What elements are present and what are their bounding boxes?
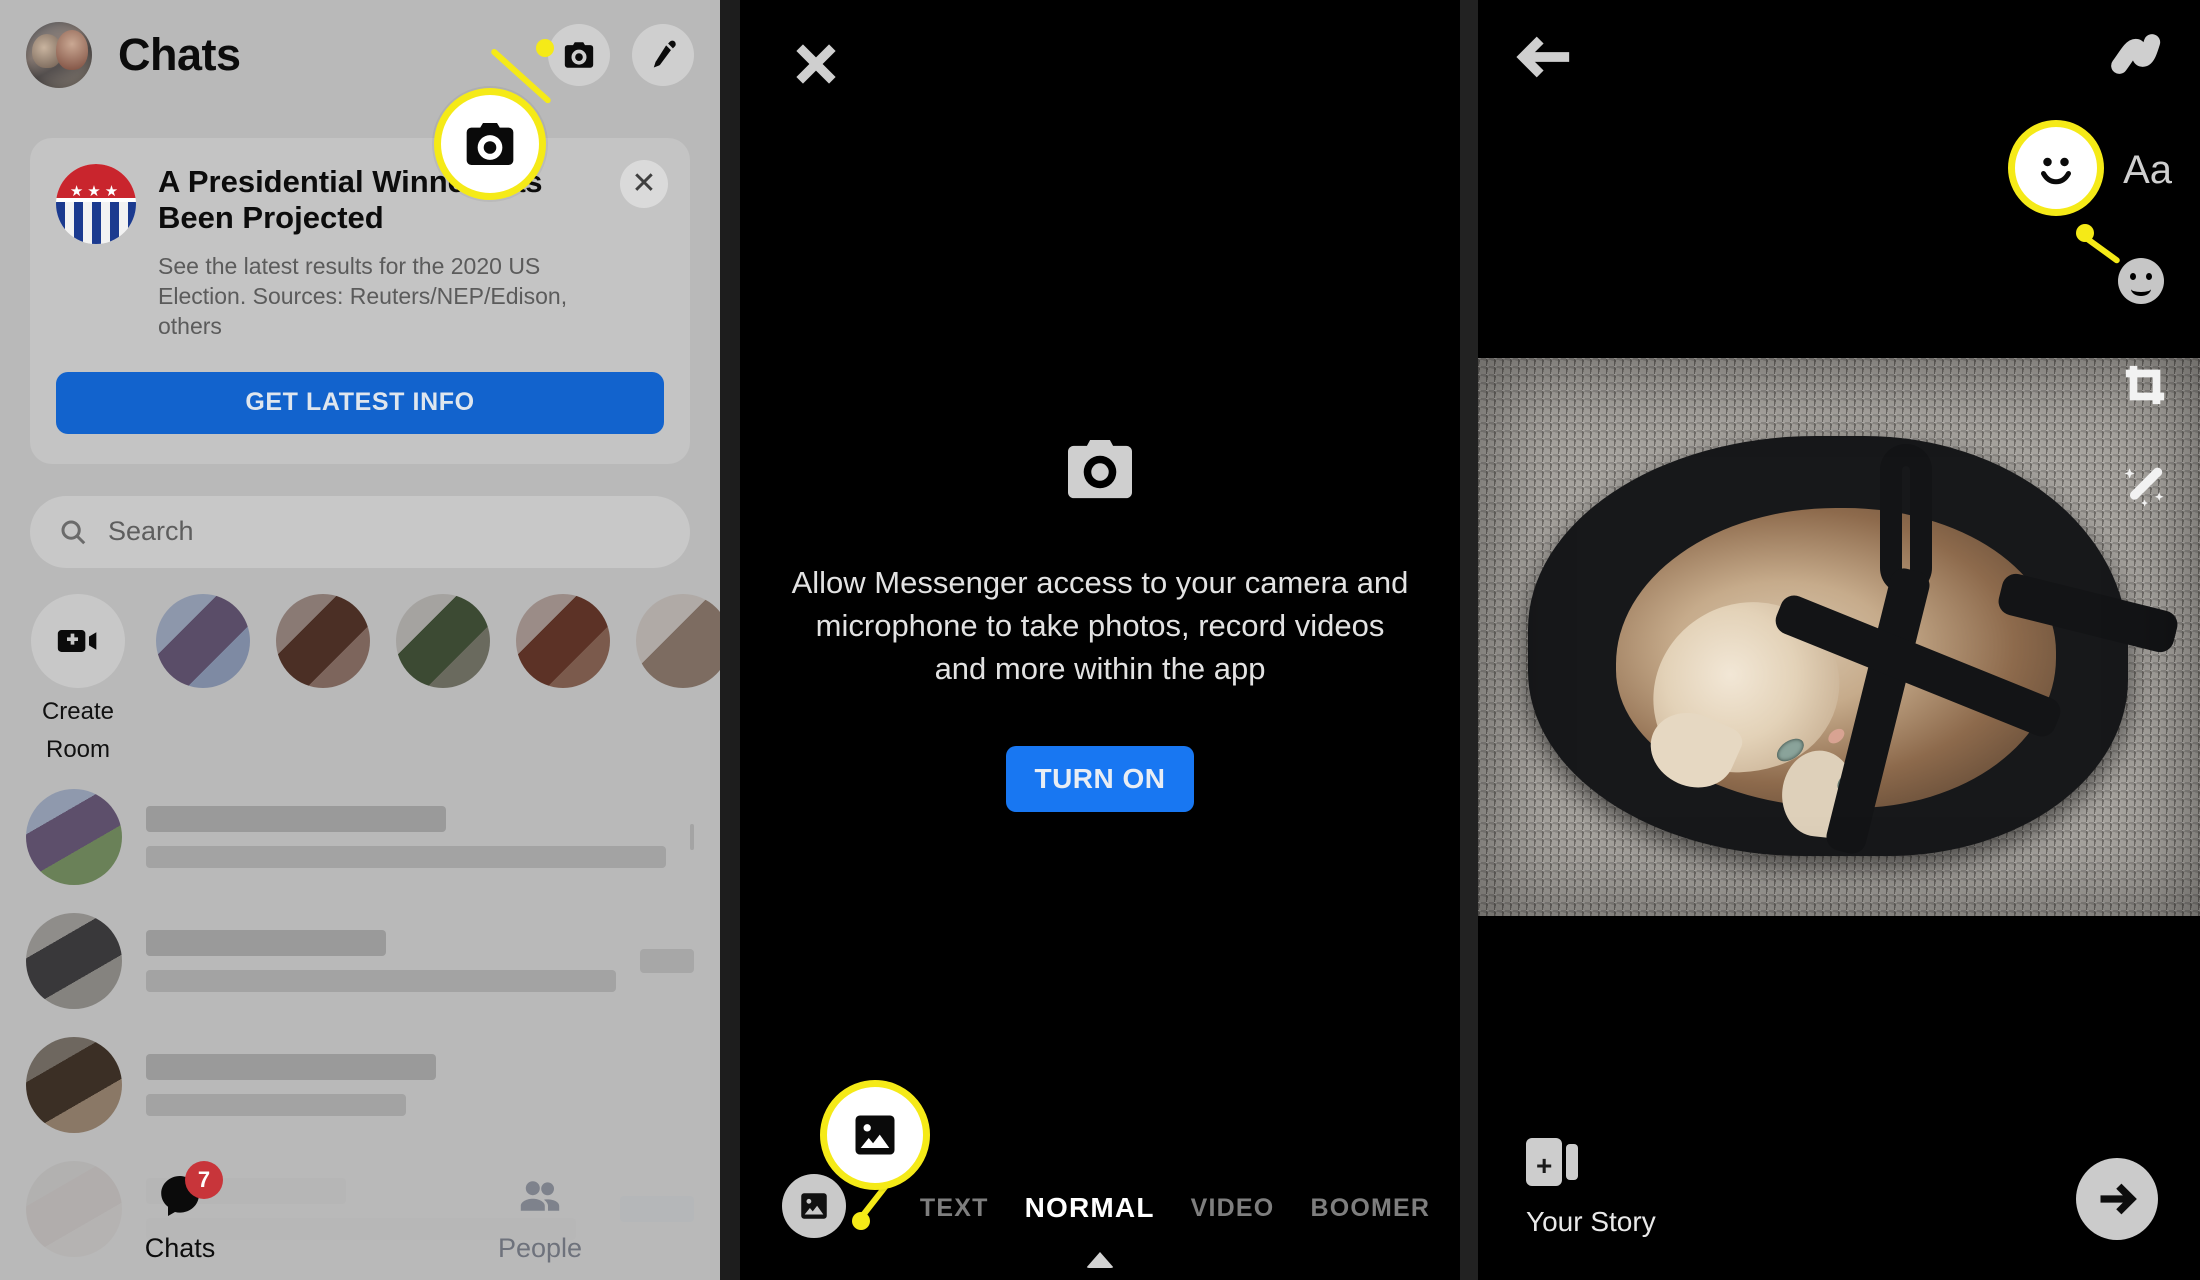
crop-icon bbox=[2125, 365, 2165, 405]
create-room-button[interactable]: Create Room bbox=[26, 593, 130, 766]
photo-vignette bbox=[1478, 358, 2200, 916]
callout-gallery-button bbox=[740, 1020, 1460, 1280]
people-icon bbox=[513, 1169, 567, 1223]
tab-chats[interactable]: 7 Chats bbox=[0, 1152, 360, 1280]
list-item[interactable] bbox=[0, 899, 720, 1023]
create-room-line1: Create bbox=[41, 697, 115, 725]
sticker-button[interactable] bbox=[2118, 258, 2164, 304]
close-icon bbox=[796, 44, 836, 84]
cat-in-tote-bag-photo bbox=[1478, 358, 2200, 916]
mode-normal[interactable]: NORMAL bbox=[1025, 1192, 1155, 1224]
text-tool-button[interactable]: Aa bbox=[2123, 148, 2172, 193]
your-story-label: Your Story bbox=[1526, 1206, 1656, 1237]
news-subtitle: See the latest results for the 2020 US E… bbox=[158, 252, 568, 340]
magic-wand-button[interactable] bbox=[2120, 462, 2170, 517]
add-to-story-icon: + bbox=[1526, 1134, 1578, 1190]
panel-divider bbox=[1460, 0, 1478, 1280]
mode-video[interactable]: VIDEO bbox=[1191, 1194, 1275, 1223]
arrow-left-icon bbox=[1516, 36, 1570, 78]
get-latest-info-button[interactable]: GET LATEST INFO bbox=[56, 371, 664, 434]
search-placeholder: Search bbox=[108, 516, 194, 547]
list-item[interactable] bbox=[0, 775, 720, 899]
tab-chats-label: Chats bbox=[144, 1232, 216, 1263]
close-button[interactable] bbox=[788, 36, 844, 92]
search-input[interactable]: Search bbox=[30, 495, 690, 568]
page-title: Chats bbox=[118, 29, 241, 80]
room-avatar[interactable] bbox=[636, 593, 720, 688]
chats-panel: Chats ✕ ★★★ A Presidential Winner Has Be… bbox=[0, 0, 720, 1280]
arrow-right-icon bbox=[2100, 1183, 2137, 1215]
camera-button[interactable] bbox=[548, 24, 610, 86]
camera-icon bbox=[1068, 440, 1132, 499]
room-avatar[interactable] bbox=[396, 593, 490, 688]
screenshot-stage: Chats ✕ ★★★ A Presidential Winner Has Be… bbox=[0, 0, 2200, 1280]
callout-sticker-bubble bbox=[2008, 120, 2104, 216]
tab-people-label: People bbox=[497, 1232, 583, 1263]
election-badge-icon: ★★★ bbox=[56, 164, 136, 244]
permission-message: Allow Messenger access to your camera an… bbox=[791, 565, 1409, 686]
create-room-line2: Room bbox=[45, 736, 111, 764]
room-avatar[interactable] bbox=[276, 593, 370, 688]
gallery-icon bbox=[855, 1115, 895, 1155]
unread-badge: 7 bbox=[185, 1160, 223, 1199]
magic-wand-icon bbox=[2124, 467, 2164, 507]
tab-people[interactable]: People bbox=[360, 1152, 720, 1280]
doodle-draw-icon bbox=[2111, 34, 2161, 74]
camera-icon bbox=[564, 42, 594, 68]
chat-bubble-icon: 7 bbox=[153, 1160, 223, 1223]
mode-text[interactable]: TEXT bbox=[920, 1194, 989, 1223]
panel-divider bbox=[720, 0, 740, 1280]
mode-caret-icon bbox=[1086, 1252, 1114, 1268]
smiley-icon bbox=[2041, 157, 2071, 185]
story-editor-panel: Aa + Your Story bbox=[1478, 0, 2200, 1280]
crop-button[interactable] bbox=[2122, 362, 2168, 413]
room-avatar[interactable] bbox=[516, 593, 610, 688]
callout-gallery-bubble bbox=[820, 1080, 930, 1190]
send-button[interactable] bbox=[2076, 1158, 2158, 1240]
rooms-strip: Create Room bbox=[0, 568, 720, 766]
header-actions bbox=[548, 24, 694, 86]
camera-permission-panel: Allow Messenger access to your camera an… bbox=[740, 0, 1460, 1280]
news-card-top: ★★★ A Presidential Winner Has Been Proje… bbox=[56, 164, 664, 342]
mode-boomerang[interactable]: BOOMER bbox=[1310, 1194, 1430, 1223]
room-avatar[interactable] bbox=[156, 593, 250, 688]
search-icon bbox=[61, 520, 86, 544]
callout-sticker-button bbox=[1478, 0, 2200, 320]
avatar[interactable] bbox=[26, 22, 92, 88]
turn-on-button[interactable]: TURN ON bbox=[1006, 746, 1194, 813]
back-button[interactable] bbox=[1516, 32, 1574, 87]
news-title: A Presidential Winner Has Been Projected bbox=[158, 164, 543, 236]
camera-illustration bbox=[786, 440, 1414, 504]
doodle-button[interactable] bbox=[2110, 26, 2166, 87]
news-card[interactable]: ✕ ★★★ A Presidential Winner Has Been Pro… bbox=[30, 138, 690, 464]
news-close-button[interactable]: ✕ bbox=[620, 160, 668, 208]
permission-prompt: Allow Messenger access to your camera an… bbox=[740, 440, 1460, 813]
pencil-icon bbox=[653, 40, 676, 68]
video-plus-icon bbox=[31, 593, 125, 688]
compose-button[interactable] bbox=[632, 24, 694, 86]
chats-header: Chats bbox=[0, 0, 720, 110]
list-item[interactable] bbox=[0, 1023, 720, 1147]
camera-mode-selector: TEXT NORMAL VIDEO BOOMER bbox=[740, 1192, 1460, 1224]
bottom-tab-bar: 7 Chats People bbox=[0, 1152, 720, 1280]
your-story-button[interactable]: + Your Story bbox=[1526, 1134, 1656, 1238]
